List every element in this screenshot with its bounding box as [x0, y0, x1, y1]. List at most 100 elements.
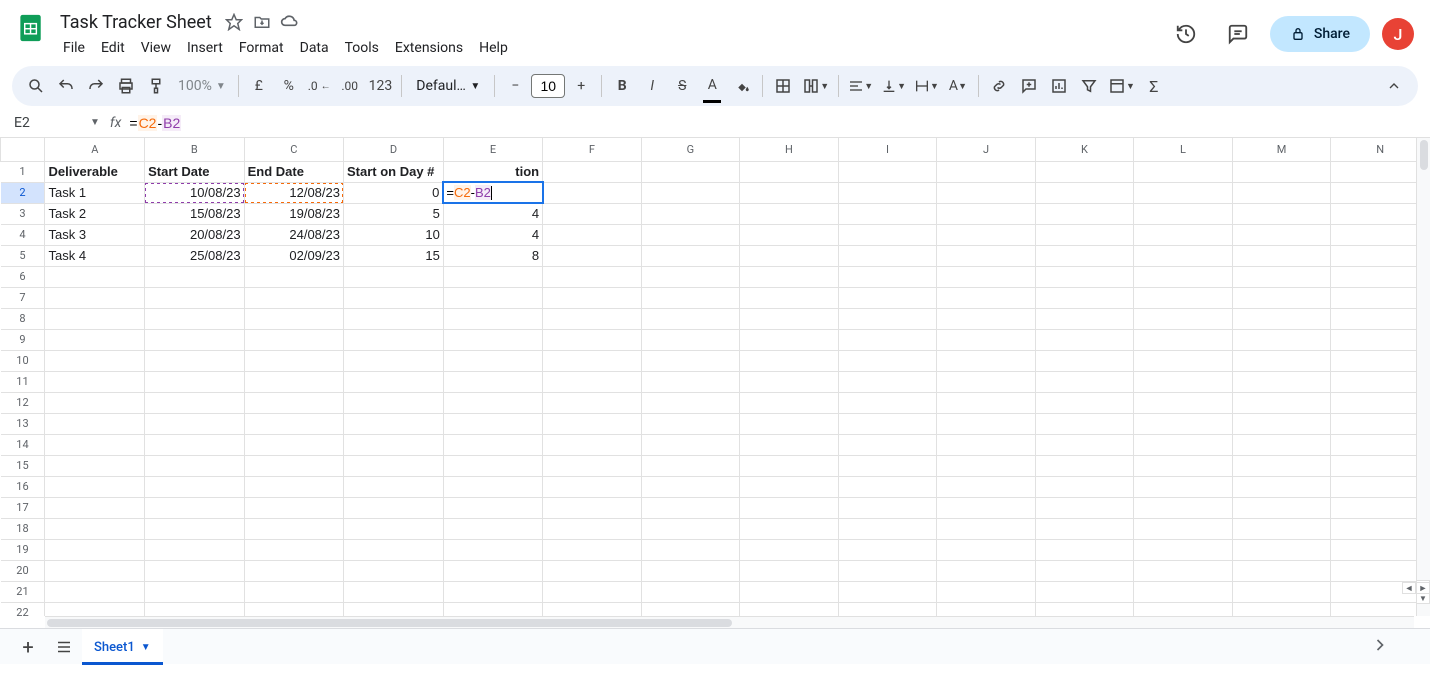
- insert-comment-icon[interactable]: [1015, 72, 1043, 100]
- zoom-dropdown[interactable]: 100% ▼: [172, 78, 232, 94]
- cell[interactable]: [244, 455, 343, 476]
- cell[interactable]: [45, 350, 145, 371]
- cell[interactable]: [443, 455, 542, 476]
- cell[interactable]: [543, 434, 642, 455]
- cell[interactable]: [1035, 203, 1134, 224]
- cell[interactable]: 15/08/23: [145, 203, 244, 224]
- cell[interactable]: [1232, 476, 1331, 497]
- cell[interactable]: [838, 413, 937, 434]
- cell[interactable]: [145, 266, 244, 287]
- cell[interactable]: [740, 329, 839, 350]
- row-header[interactable]: 9: [1, 329, 45, 350]
- cell[interactable]: [740, 392, 839, 413]
- cell[interactable]: [244, 497, 343, 518]
- cell[interactable]: [838, 476, 937, 497]
- cell[interactable]: [1232, 287, 1331, 308]
- cell[interactable]: [1232, 581, 1331, 602]
- cell[interactable]: [937, 182, 1036, 203]
- cell[interactable]: [740, 602, 839, 616]
- cell[interactable]: [1035, 224, 1134, 245]
- cell[interactable]: [45, 497, 145, 518]
- cell[interactable]: [1134, 455, 1233, 476]
- cell[interactable]: [443, 434, 542, 455]
- cell[interactable]: [1134, 203, 1233, 224]
- cell[interactable]: Task 3: [45, 224, 145, 245]
- cell[interactable]: Task 4: [45, 245, 145, 266]
- cell[interactable]: [145, 560, 244, 581]
- menu-format[interactable]: Format: [232, 38, 291, 58]
- cell[interactable]: [145, 350, 244, 371]
- cell[interactable]: [641, 350, 740, 371]
- cell[interactable]: [543, 497, 642, 518]
- cell[interactable]: [740, 560, 839, 581]
- spreadsheet-grid[interactable]: ABCDEFGHIJKLMN1DeliverableStart DateEnd …: [0, 138, 1430, 616]
- column-header[interactable]: N: [1331, 138, 1430, 161]
- cell[interactable]: [543, 203, 642, 224]
- column-header[interactable]: A: [45, 138, 145, 161]
- cell[interactable]: [543, 539, 642, 560]
- cell[interactable]: [543, 602, 642, 616]
- filter-views-icon[interactable]: ▼: [1105, 72, 1138, 100]
- cell[interactable]: [1331, 434, 1430, 455]
- cell[interactable]: [244, 350, 343, 371]
- cell[interactable]: [740, 308, 839, 329]
- cell[interactable]: [1035, 350, 1134, 371]
- functions-icon[interactable]: Σ: [1140, 72, 1168, 100]
- decrease-decimal-icon[interactable]: .0 ←: [305, 72, 334, 100]
- cell[interactable]: [740, 581, 839, 602]
- cell[interactable]: [937, 518, 1036, 539]
- row-header[interactable]: 8: [1, 308, 45, 329]
- cell[interactable]: [1134, 602, 1233, 616]
- share-button[interactable]: Share: [1270, 16, 1370, 52]
- column-header[interactable]: G: [641, 138, 740, 161]
- cell[interactable]: 4: [443, 224, 542, 245]
- cell[interactable]: [543, 413, 642, 434]
- cell[interactable]: [145, 518, 244, 539]
- cell[interactable]: [641, 497, 740, 518]
- cell[interactable]: [443, 266, 542, 287]
- cell[interactable]: [145, 602, 244, 616]
- cell[interactable]: [45, 308, 145, 329]
- cell[interactable]: [145, 413, 244, 434]
- cell[interactable]: [1134, 518, 1233, 539]
- insert-chart-icon[interactable]: [1045, 72, 1073, 100]
- cell[interactable]: [145, 581, 244, 602]
- cell[interactable]: 4: [443, 203, 542, 224]
- cell[interactable]: [443, 539, 542, 560]
- cell[interactable]: [838, 497, 937, 518]
- cell[interactable]: [937, 434, 1036, 455]
- cell[interactable]: [443, 392, 542, 413]
- percent-button[interactable]: %: [275, 72, 303, 100]
- cell[interactable]: [740, 266, 839, 287]
- cell[interactable]: [1035, 518, 1134, 539]
- collapse-toolbar-icon[interactable]: [1380, 72, 1408, 100]
- cell[interactable]: [1134, 287, 1233, 308]
- row-header[interactable]: 11: [1, 371, 45, 392]
- column-header[interactable]: H: [740, 138, 839, 161]
- cell[interactable]: [1035, 245, 1134, 266]
- cell[interactable]: [1331, 287, 1430, 308]
- cell[interactable]: [1331, 602, 1430, 616]
- cell[interactable]: [1331, 350, 1430, 371]
- paint-format-icon[interactable]: [142, 72, 170, 100]
- cell[interactable]: [1232, 161, 1331, 182]
- cell[interactable]: [543, 560, 642, 581]
- cell[interactable]: [1035, 602, 1134, 616]
- cell[interactable]: [244, 371, 343, 392]
- cell[interactable]: [1331, 476, 1430, 497]
- cell[interactable]: [343, 518, 443, 539]
- cell[interactable]: [1331, 182, 1430, 203]
- cell[interactable]: [1134, 224, 1233, 245]
- cell[interactable]: [543, 455, 642, 476]
- menu-insert[interactable]: Insert: [180, 38, 230, 58]
- cell[interactable]: [1035, 308, 1134, 329]
- cell[interactable]: [244, 329, 343, 350]
- cell[interactable]: [838, 350, 937, 371]
- cell[interactable]: [1134, 413, 1233, 434]
- cell[interactable]: [1232, 266, 1331, 287]
- cell[interactable]: [641, 245, 740, 266]
- cell[interactable]: [443, 329, 542, 350]
- cell[interactable]: [1035, 581, 1134, 602]
- cell[interactable]: [443, 581, 542, 602]
- cell[interactable]: [740, 476, 839, 497]
